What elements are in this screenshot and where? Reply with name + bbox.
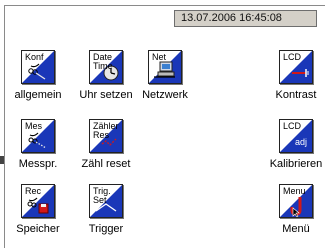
menu-label: Menü: [282, 223, 310, 235]
tile-menu[interactable]: Menu Menü: [258, 184, 325, 242]
konf-title: Konf: [25, 52, 44, 62]
rec-label: Speicher: [16, 223, 60, 235]
tile-kalibrieren[interactable]: adj LCD Kalibrieren: [258, 119, 325, 177]
zaehler-reset-button[interactable]: Zähler Res: [89, 119, 123, 153]
tile-kontrast[interactable]: LCD Kontrast: [258, 50, 325, 108]
menu-title: Menu: [283, 186, 306, 196]
tile-mes[interactable]: Mes Messpr.: [0, 119, 76, 177]
tile-rec[interactable]: Rec Speicher: [0, 184, 76, 242]
datetime-button[interactable]: Date Time: [89, 50, 123, 84]
kalibrieren-label: Kalibrieren: [269, 158, 323, 170]
tile-konf[interactable]: Konf allgemein: [0, 50, 76, 108]
mes-button[interactable]: Mes: [21, 119, 55, 153]
net-button[interactable]: Net: [148, 50, 182, 84]
net-label: Netzwerk: [142, 89, 188, 101]
zaehler-title: Zähler Res: [93, 121, 119, 140]
rec-button[interactable]: Rec: [21, 184, 55, 218]
kalibrieren-title: LCD: [283, 121, 302, 131]
menu-button[interactable]: Menu: [279, 184, 313, 218]
calibrate-sub: adj: [295, 137, 307, 147]
datetime-title: Date Time: [93, 52, 113, 71]
kontrast-label: Kontrast: [275, 89, 317, 101]
tile-zaehler[interactable]: Zähler Res Zähl reset: [68, 119, 144, 177]
tile-net[interactable]: Net Netzwerk: [127, 50, 203, 108]
trigger-title: Trig. Set: [93, 186, 111, 205]
rec-title: Rec: [25, 186, 42, 196]
net-title: Net: [152, 52, 167, 62]
tile-trigger[interactable]: Trig. Set Trigger: [68, 184, 144, 242]
trigger-button[interactable]: Trig. Set: [89, 184, 123, 218]
zaehler-label: Zähl reset: [81, 158, 131, 170]
kalibrieren-button[interactable]: adj LCD: [279, 119, 313, 153]
konf-button[interactable]: Konf: [21, 50, 55, 84]
datetime-display: 13.07.2006 16:45:08: [174, 10, 317, 27]
mes-label: Messpr.: [18, 158, 58, 170]
trigger-label: Trigger: [88, 223, 124, 235]
kontrast-title: LCD: [283, 52, 302, 62]
kontrast-button[interactable]: LCD: [279, 50, 313, 84]
konf-label: allgemein: [14, 89, 62, 101]
mes-title: Mes: [25, 121, 43, 131]
